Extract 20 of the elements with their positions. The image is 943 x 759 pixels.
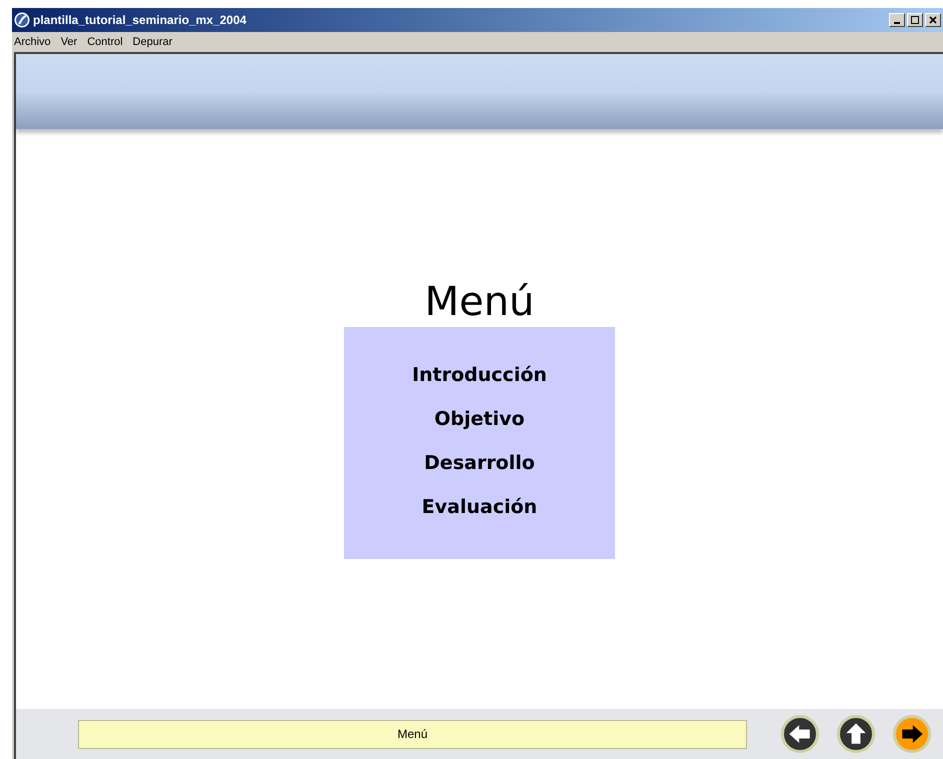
menu-item[interactable]: Ver	[60, 34, 78, 50]
menu-item[interactable]: Depurar	[132, 34, 172, 50]
close-button[interactable]	[925, 13, 941, 27]
menu-link[interactable]: Desarrollo	[424, 451, 535, 475]
menu-link[interactable]: Introducción	[412, 363, 547, 387]
minimize-button[interactable]	[889, 13, 905, 27]
nav-button[interactable]	[893, 715, 931, 753]
menu-link[interactable]: Objetivo	[434, 407, 525, 431]
close-icon	[929, 16, 937, 24]
menu-item[interactable]: Archivo	[14, 34, 51, 50]
maximize-button[interactable]	[907, 13, 923, 27]
app-icon	[14, 12, 30, 28]
maximize-icon	[911, 16, 919, 24]
nav-button[interactable]	[781, 715, 819, 753]
window-title: plantilla_tutorial_seminario_mx_2004	[33, 12, 246, 29]
menu-link[interactable]: Evaluación	[422, 495, 538, 519]
menu-item[interactable]: Control	[87, 34, 123, 50]
menu-heading: Menú	[424, 278, 534, 327]
status-field: Menú	[78, 720, 747, 748]
nav-button[interactable]	[837, 715, 875, 753]
